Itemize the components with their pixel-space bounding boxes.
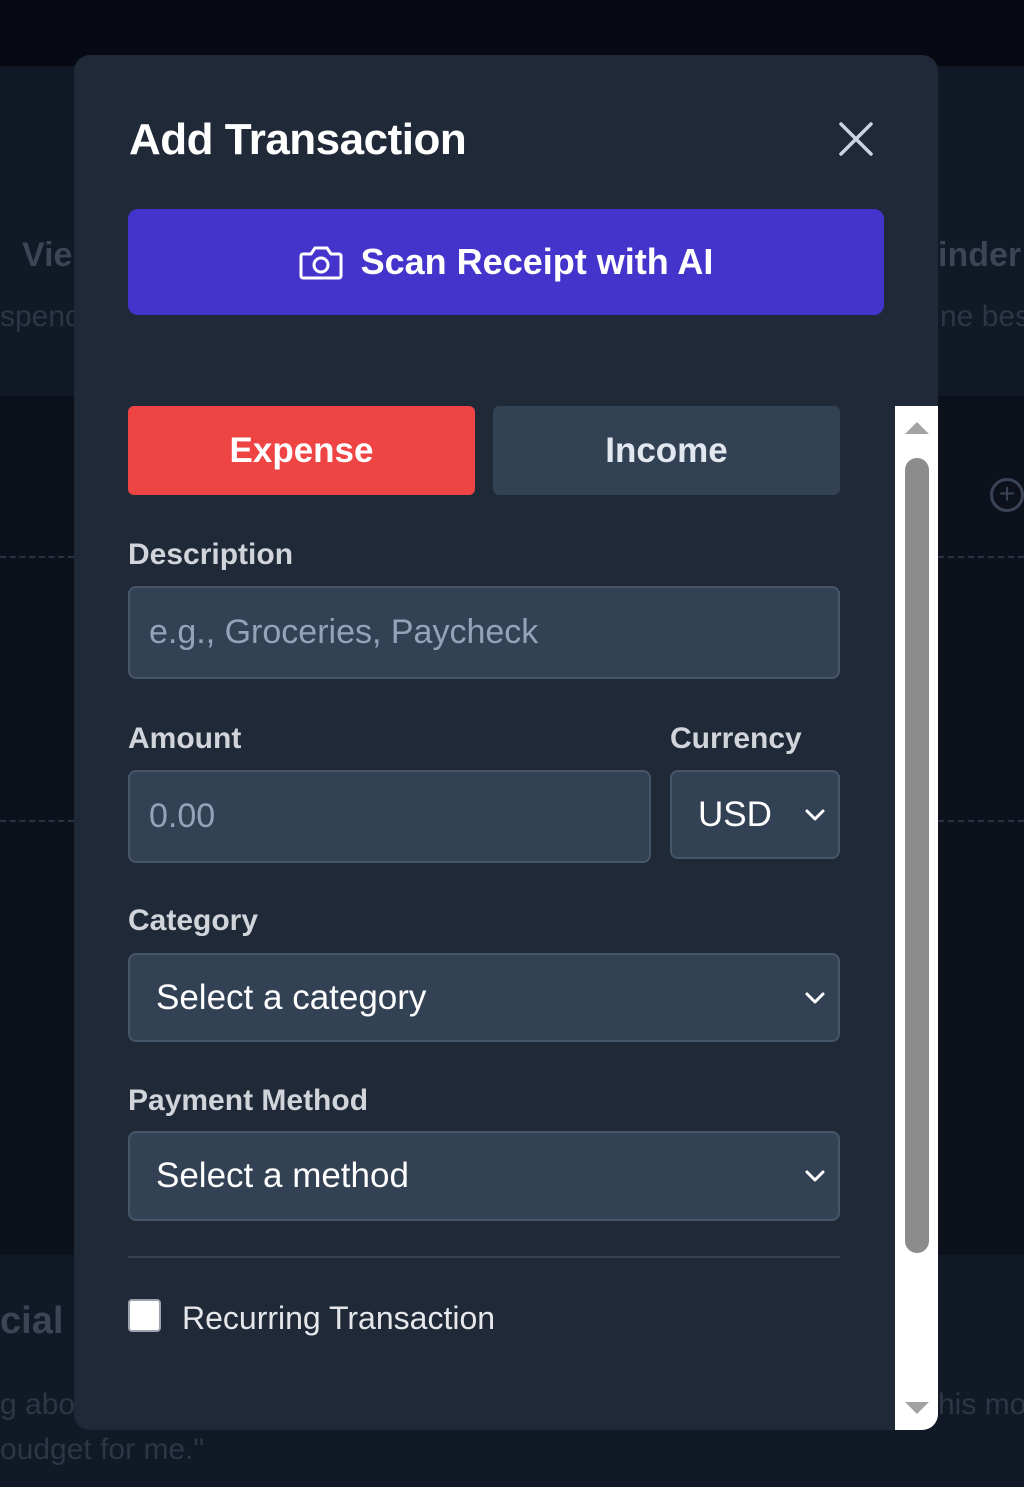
description-input[interactable]: e.g., Groceries, Paycheck bbox=[128, 586, 840, 679]
scroll-down-arrow-icon[interactable] bbox=[903, 1398, 931, 1418]
payment-method-selected-value: Select a method bbox=[156, 1156, 409, 1195]
background-add-icon: + bbox=[990, 478, 1024, 512]
background-bottom-line: g abo bbox=[0, 1388, 76, 1421]
description-label: Description bbox=[128, 538, 294, 571]
background-card-sub-right: ne bes bbox=[940, 300, 1024, 333]
background-bottom-title: cial bbox=[0, 1300, 64, 1342]
modal-title: Add Transaction bbox=[129, 115, 467, 164]
currency-select[interactable]: USD bbox=[670, 770, 840, 859]
background-divider bbox=[938, 556, 1024, 558]
currency-selected-value: USD bbox=[698, 794, 772, 834]
add-transaction-modal: Add Transaction Scan Receipt with AI Exp… bbox=[74, 55, 938, 1430]
scan-receipt-label: Scan Receipt with AI bbox=[360, 241, 714, 282]
background-divider bbox=[938, 820, 1024, 822]
form-divider bbox=[128, 1256, 840, 1258]
amount-label: Amount bbox=[128, 722, 242, 755]
background-bottom-line: oudget for me." bbox=[0, 1433, 205, 1466]
scan-receipt-button[interactable]: Scan Receipt with AI bbox=[128, 209, 884, 315]
modal-form-scroll-area[interactable]: Expense Income Description e.g., Groceri… bbox=[74, 406, 938, 1430]
chevron-down-icon bbox=[805, 992, 825, 1003]
background-card-title-right: inder bbox=[938, 236, 1022, 274]
category-select[interactable]: Select a category bbox=[128, 953, 840, 1042]
scrollbar-thumb[interactable] bbox=[905, 458, 929, 1253]
income-toggle-button[interactable]: Income bbox=[493, 406, 840, 495]
background-card-sub-left: spend bbox=[0, 300, 82, 333]
payment-method-select[interactable]: Select a method bbox=[128, 1131, 840, 1221]
background-bottom-line-right: his mo bbox=[938, 1388, 1024, 1421]
currency-label: Currency bbox=[670, 722, 802, 755]
app-page: Vie spend inder ne bes + cial g abo oudg… bbox=[0, 0, 1024, 1487]
recurring-checkbox[interactable] bbox=[128, 1299, 161, 1332]
scroll-up-arrow-icon[interactable] bbox=[903, 418, 931, 438]
chevron-down-icon bbox=[805, 1170, 825, 1182]
expense-toggle-button[interactable]: Expense bbox=[128, 406, 475, 495]
close-button[interactable] bbox=[836, 119, 876, 159]
category-selected-value: Select a category bbox=[156, 977, 427, 1017]
recurring-label[interactable]: Recurring Transaction bbox=[182, 1300, 495, 1337]
background-card-title-left: Vie bbox=[22, 236, 73, 274]
close-icon bbox=[839, 122, 873, 156]
scrollbar[interactable] bbox=[895, 406, 938, 1430]
category-label: Category bbox=[128, 904, 259, 937]
chevron-down-icon bbox=[805, 809, 825, 820]
amount-input[interactable]: 0.00 bbox=[128, 770, 651, 863]
background-divider bbox=[0, 556, 74, 558]
background-divider bbox=[0, 820, 74, 822]
payment-method-label: Payment Method bbox=[128, 1084, 369, 1117]
camera-icon bbox=[299, 246, 343, 280]
